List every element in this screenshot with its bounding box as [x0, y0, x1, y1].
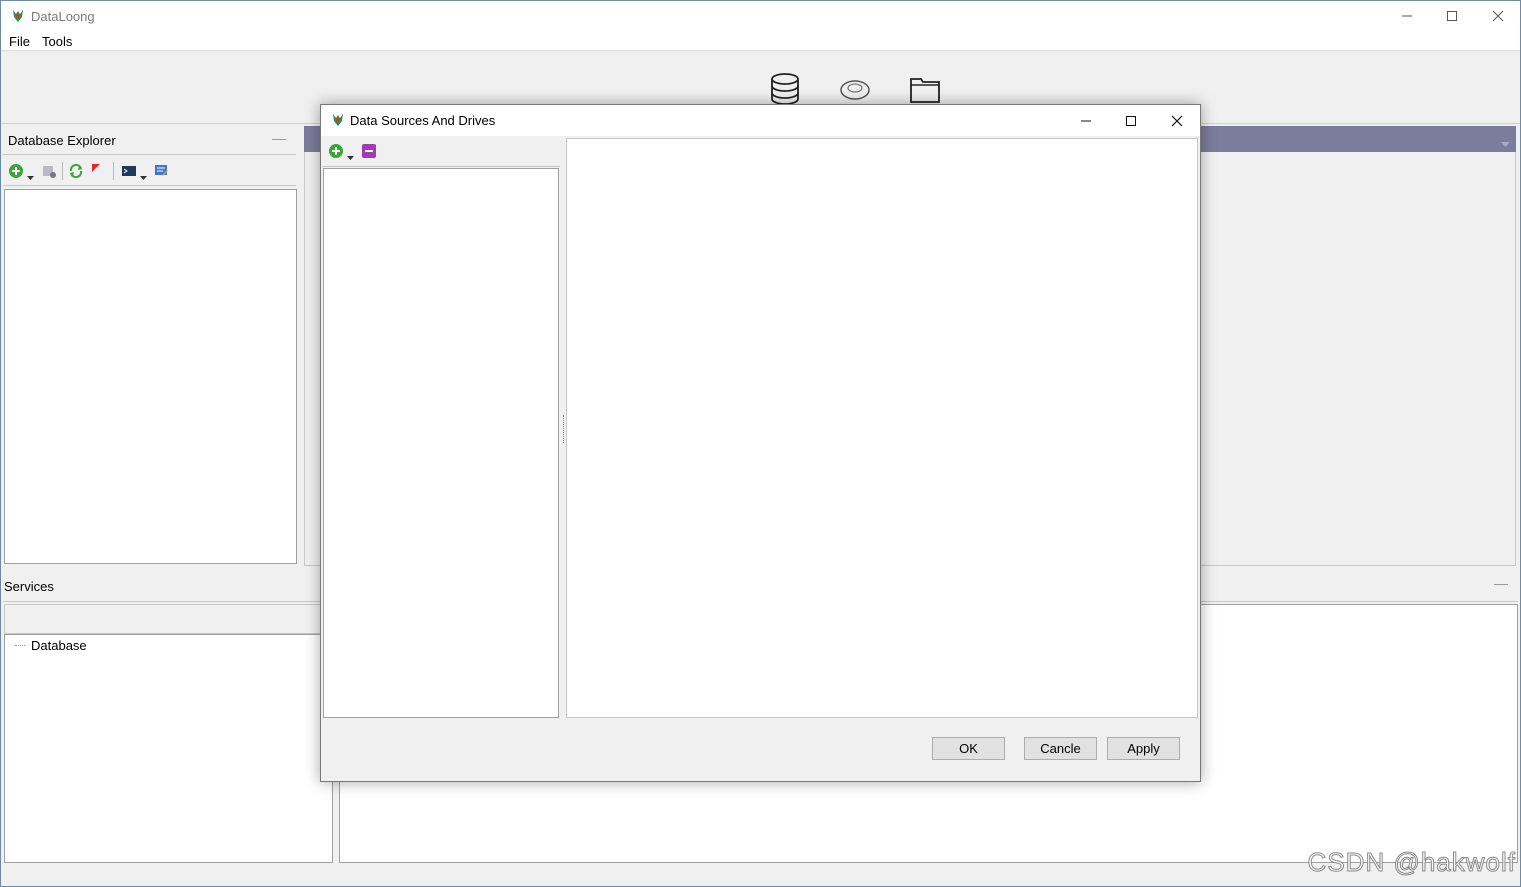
dialog-sources-tree[interactable]: [323, 168, 559, 718]
folder-icon[interactable]: [908, 72, 942, 106]
dialog-title-bar: Data Sources And Drives: [321, 105, 1200, 136]
add-connection-icon[interactable]: [7, 162, 25, 180]
database-explorer-tree[interactable]: [4, 189, 297, 564]
maximize-icon: [1126, 115, 1136, 126]
database-explorer-toolbar: [3, 156, 296, 186]
dialog-details-panel: [566, 138, 1198, 718]
sql-editor-icon[interactable]: [152, 162, 170, 180]
chevron-down-icon[interactable]: [1501, 136, 1510, 151]
app-logo-icon: [13, 10, 23, 22]
app-title: DataLoong: [31, 9, 95, 24]
toolbar-separator: [62, 162, 63, 180]
dialog-minimize-button[interactable]: [1063, 105, 1109, 136]
menu-tools[interactable]: Tools: [42, 34, 72, 49]
title-bar: DataLoong: [1, 1, 1520, 31]
cloud-drive-icon[interactable]: [838, 72, 872, 106]
menu-bar: File Tools: [1, 31, 1520, 51]
maximize-button[interactable]: [1429, 1, 1475, 31]
services-title: Services: [4, 579, 54, 594]
terminal-icon[interactable]: [120, 162, 138, 180]
services-toolbar: [4, 604, 332, 634]
refresh-icon[interactable]: [67, 162, 85, 180]
ok-button[interactable]: OK: [932, 737, 1005, 760]
dialog-maximize-button[interactable]: [1108, 105, 1154, 136]
data-sources-dialog: Data Sources And Drives OK Cancle Apply: [320, 104, 1201, 782]
menu-file[interactable]: File: [9, 34, 30, 49]
close-icon: [1492, 10, 1504, 22]
dialog-title: Data Sources And Drives: [350, 113, 496, 128]
add-source-icon[interactable]: [328, 143, 344, 162]
minimize-icon: [1081, 120, 1091, 121]
database-explorer-pane: Database Explorer: [3, 126, 298, 566]
disconnect-icon[interactable]: [87, 162, 105, 180]
close-button[interactable]: [1475, 1, 1521, 31]
chevron-down-icon[interactable]: [140, 169, 147, 184]
minimize-pane-icon[interactable]: [1494, 584, 1508, 585]
dialog-close-button[interactable]: [1154, 105, 1200, 136]
tree-connector: [15, 645, 25, 646]
minimize-pane-icon[interactable]: [272, 139, 286, 140]
remove-source-icon[interactable]: [361, 143, 377, 162]
tree-node-label: Database: [31, 638, 87, 653]
dialog-sources-toolbar: [322, 138, 560, 167]
close-icon: [1171, 115, 1183, 126]
apply-button[interactable]: Apply: [1107, 737, 1180, 760]
services-tree[interactable]: Database: [4, 634, 333, 863]
database-explorer-header: Database Explorer: [3, 126, 296, 155]
minimize-icon: [1402, 15, 1412, 17]
splitter-handle[interactable]: [563, 415, 565, 443]
tree-node-database[interactable]: Database: [15, 638, 87, 653]
connection-settings-icon[interactable]: [40, 162, 58, 180]
database-icon[interactable]: [768, 72, 802, 106]
minimize-button[interactable]: [1384, 1, 1430, 31]
app-logo-icon: [333, 114, 343, 126]
toolbar-separator: [113, 162, 114, 180]
chevron-down-icon[interactable]: [27, 169, 34, 184]
cancel-button[interactable]: Cancle: [1024, 737, 1097, 760]
maximize-icon: [1447, 11, 1457, 21]
chevron-down-icon[interactable]: [347, 149, 354, 164]
watermark: CSDN @hakwolf: [1307, 847, 1516, 878]
database-explorer-title: Database Explorer: [8, 133, 116, 148]
